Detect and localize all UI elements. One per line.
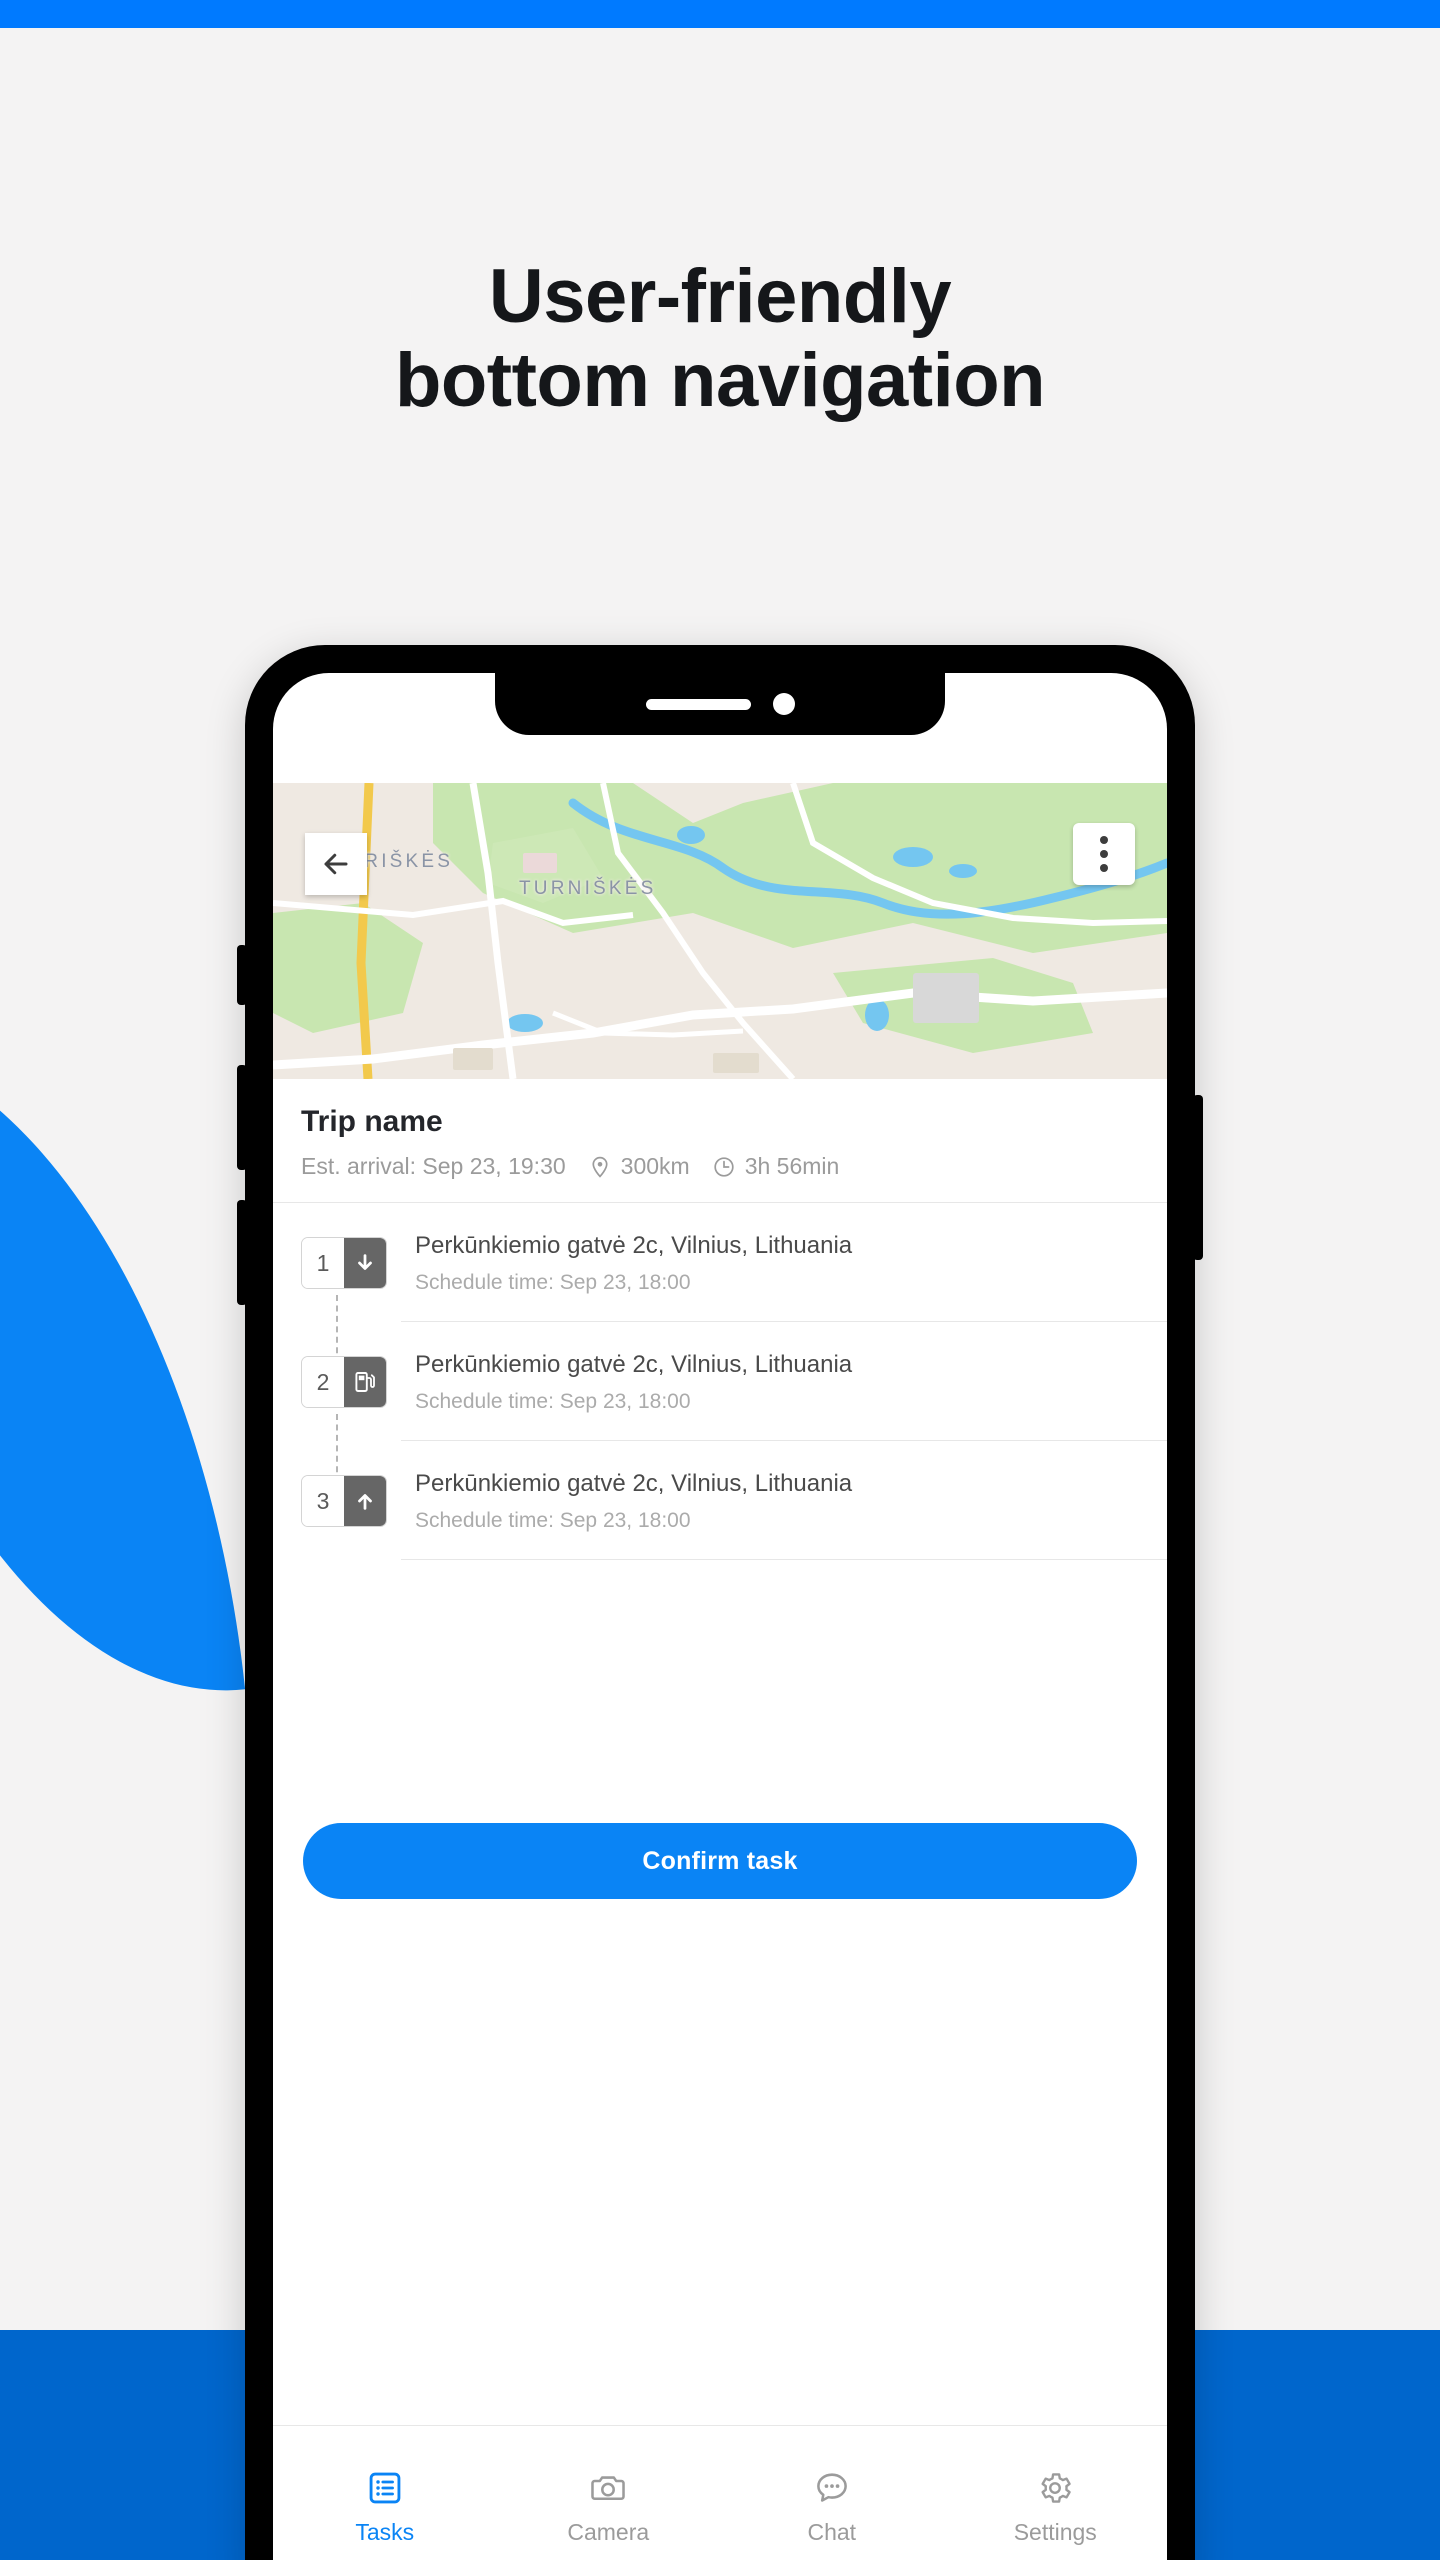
phone-silent-switch [237, 945, 247, 1005]
nav-label-chat: Chat [807, 2518, 857, 2545]
stop-address: Perkūnkiemio gatvė 2c, Vilnius, Lithuani… [415, 1351, 853, 1378]
task-list-icon [369, 2472, 401, 2503]
arrow-up-icon [344, 1476, 386, 1526]
phone-notch [495, 673, 945, 735]
gear-icon [1041, 2472, 1072, 2503]
list-item[interactable]: 3 Perkūnkiemio gatvė 2c, Vilnius, Lithua… [273, 1441, 1167, 1559]
chat-bubble-icon [816, 2472, 847, 2502]
list-item[interactable]: 1 Perkūnkiemio gatvė 2c, Vilnius, Lithua… [273, 1203, 1167, 1395]
fuel-pump-icon [344, 1357, 386, 1407]
confirm-task-button[interactable]: Confirm task [303, 1823, 1137, 1899]
nav-item-chat[interactable]: Chat [720, 2426, 944, 2560]
front-camera-dot [772, 693, 795, 715]
trip-duration-value: 3h 56min [744, 1153, 840, 1179]
trip-summary: Trip name Est. arrival: Sep 23, 19:30 30… [273, 1079, 1167, 1203]
stop-address: Perkūnkiemio gatvė 2c, Vilnius, Lithuani… [415, 1232, 853, 1259]
trip-name: Trip name [301, 1105, 443, 1138]
back-button[interactable] [305, 833, 367, 895]
stop-badge: 2 [301, 1356, 387, 1408]
clock-icon [714, 1156, 734, 1177]
stop-schedule: Schedule time: Sep 23, 18:00 [415, 1509, 691, 1532]
stop-list: 1 Perkūnkiemio gatvė 2c, Vilnius, Lithua… [273, 1203, 1167, 1560]
overflow-menu-button[interactable] [1073, 823, 1135, 885]
stop-number: 3 [302, 1476, 344, 1526]
arrow-down-icon [344, 1238, 386, 1288]
promo-screenshot: User-friendly bottom navigation TARIŠKĖS… [0, 0, 1440, 2560]
map-view[interactable]: TARIŠKĖS TURNIŠKĖS [273, 783, 1167, 1079]
phone-screen: TARIŠKĖS TURNIŠKĖS Trip name Est. arriva… [273, 673, 1167, 2560]
nav-item-settings[interactable]: Settings [944, 2426, 1168, 2560]
phone-volume-up-button [237, 1065, 247, 1170]
map-label-turniskes: TURNIŠKĖS [519, 878, 657, 899]
earpiece-speaker [645, 698, 751, 710]
trip-distance: 300km [588, 1153, 690, 1180]
location-pin-icon [592, 1156, 608, 1178]
headline-line-1: User-friendly [488, 254, 952, 339]
stop-address: Perkūnkiemio gatvė 2c, Vilnius, Lithuani… [415, 1470, 853, 1497]
confirm-task-area: Confirm task [273, 1823, 1167, 1899]
back-arrow-icon [324, 853, 348, 875]
phone-power-button [1193, 1095, 1203, 1260]
nav-label-tasks: Tasks [355, 2518, 415, 2545]
stop-badge: 1 [301, 1237, 387, 1289]
nav-item-camera[interactable]: Camera [497, 2426, 721, 2560]
page-title: User-friendly bottom navigation [0, 255, 1440, 422]
stop-number: 1 [302, 1238, 344, 1288]
camera-icon [591, 2475, 626, 2500]
phone-volume-down-button [237, 1200, 247, 1305]
nav-label-settings: Settings [1013, 2518, 1097, 2545]
list-item[interactable]: 2 Perkūnkiemio gatvė 2c, Vilnius, Lithua… [273, 1322, 1167, 1514]
stop-schedule: Schedule time: Sep 23, 18:00 [415, 1390, 691, 1413]
trip-distance-value: 300km [620, 1153, 690, 1179]
nav-label-camera: Camera [567, 2518, 650, 2545]
stop-details: Perkūnkiemio gatvė 2c, Vilnius, Lithuani… [415, 1467, 1139, 1533]
map-graphic [273, 783, 1167, 1079]
decorative-leaf-shape [0, 1003, 246, 1727]
top-accent-bar [0, 0, 1440, 28]
bottom-navigation: Tasks Camera Chat Settings [273, 2425, 1167, 2560]
stop-details: Perkūnkiemio gatvė 2c, Vilnius, Lithuani… [415, 1229, 1139, 1295]
overflow-menu-icon [1100, 836, 1108, 872]
stop-details: Perkūnkiemio gatvė 2c, Vilnius, Lithuani… [415, 1348, 1139, 1414]
trip-duration: 3h 56min [712, 1153, 840, 1180]
trip-meta-row: Est. arrival: Sep 23, 19:30 300km 3h 56m… [301, 1153, 1139, 1180]
stop-badge: 3 [301, 1475, 387, 1527]
nav-item-tasks[interactable]: Tasks [273, 2426, 497, 2560]
stop-schedule: Schedule time: Sep 23, 18:00 [415, 1271, 691, 1294]
headline-line-2: bottom navigation [394, 337, 1046, 423]
trip-eta: Est. arrival: Sep 23, 19:30 [301, 1153, 566, 1179]
stop-number: 2 [302, 1357, 344, 1407]
divider [401, 1559, 1167, 1560]
phone-mockup: TARIŠKĖS TURNIŠKĖS Trip name Est. arriva… [237, 645, 1203, 2560]
